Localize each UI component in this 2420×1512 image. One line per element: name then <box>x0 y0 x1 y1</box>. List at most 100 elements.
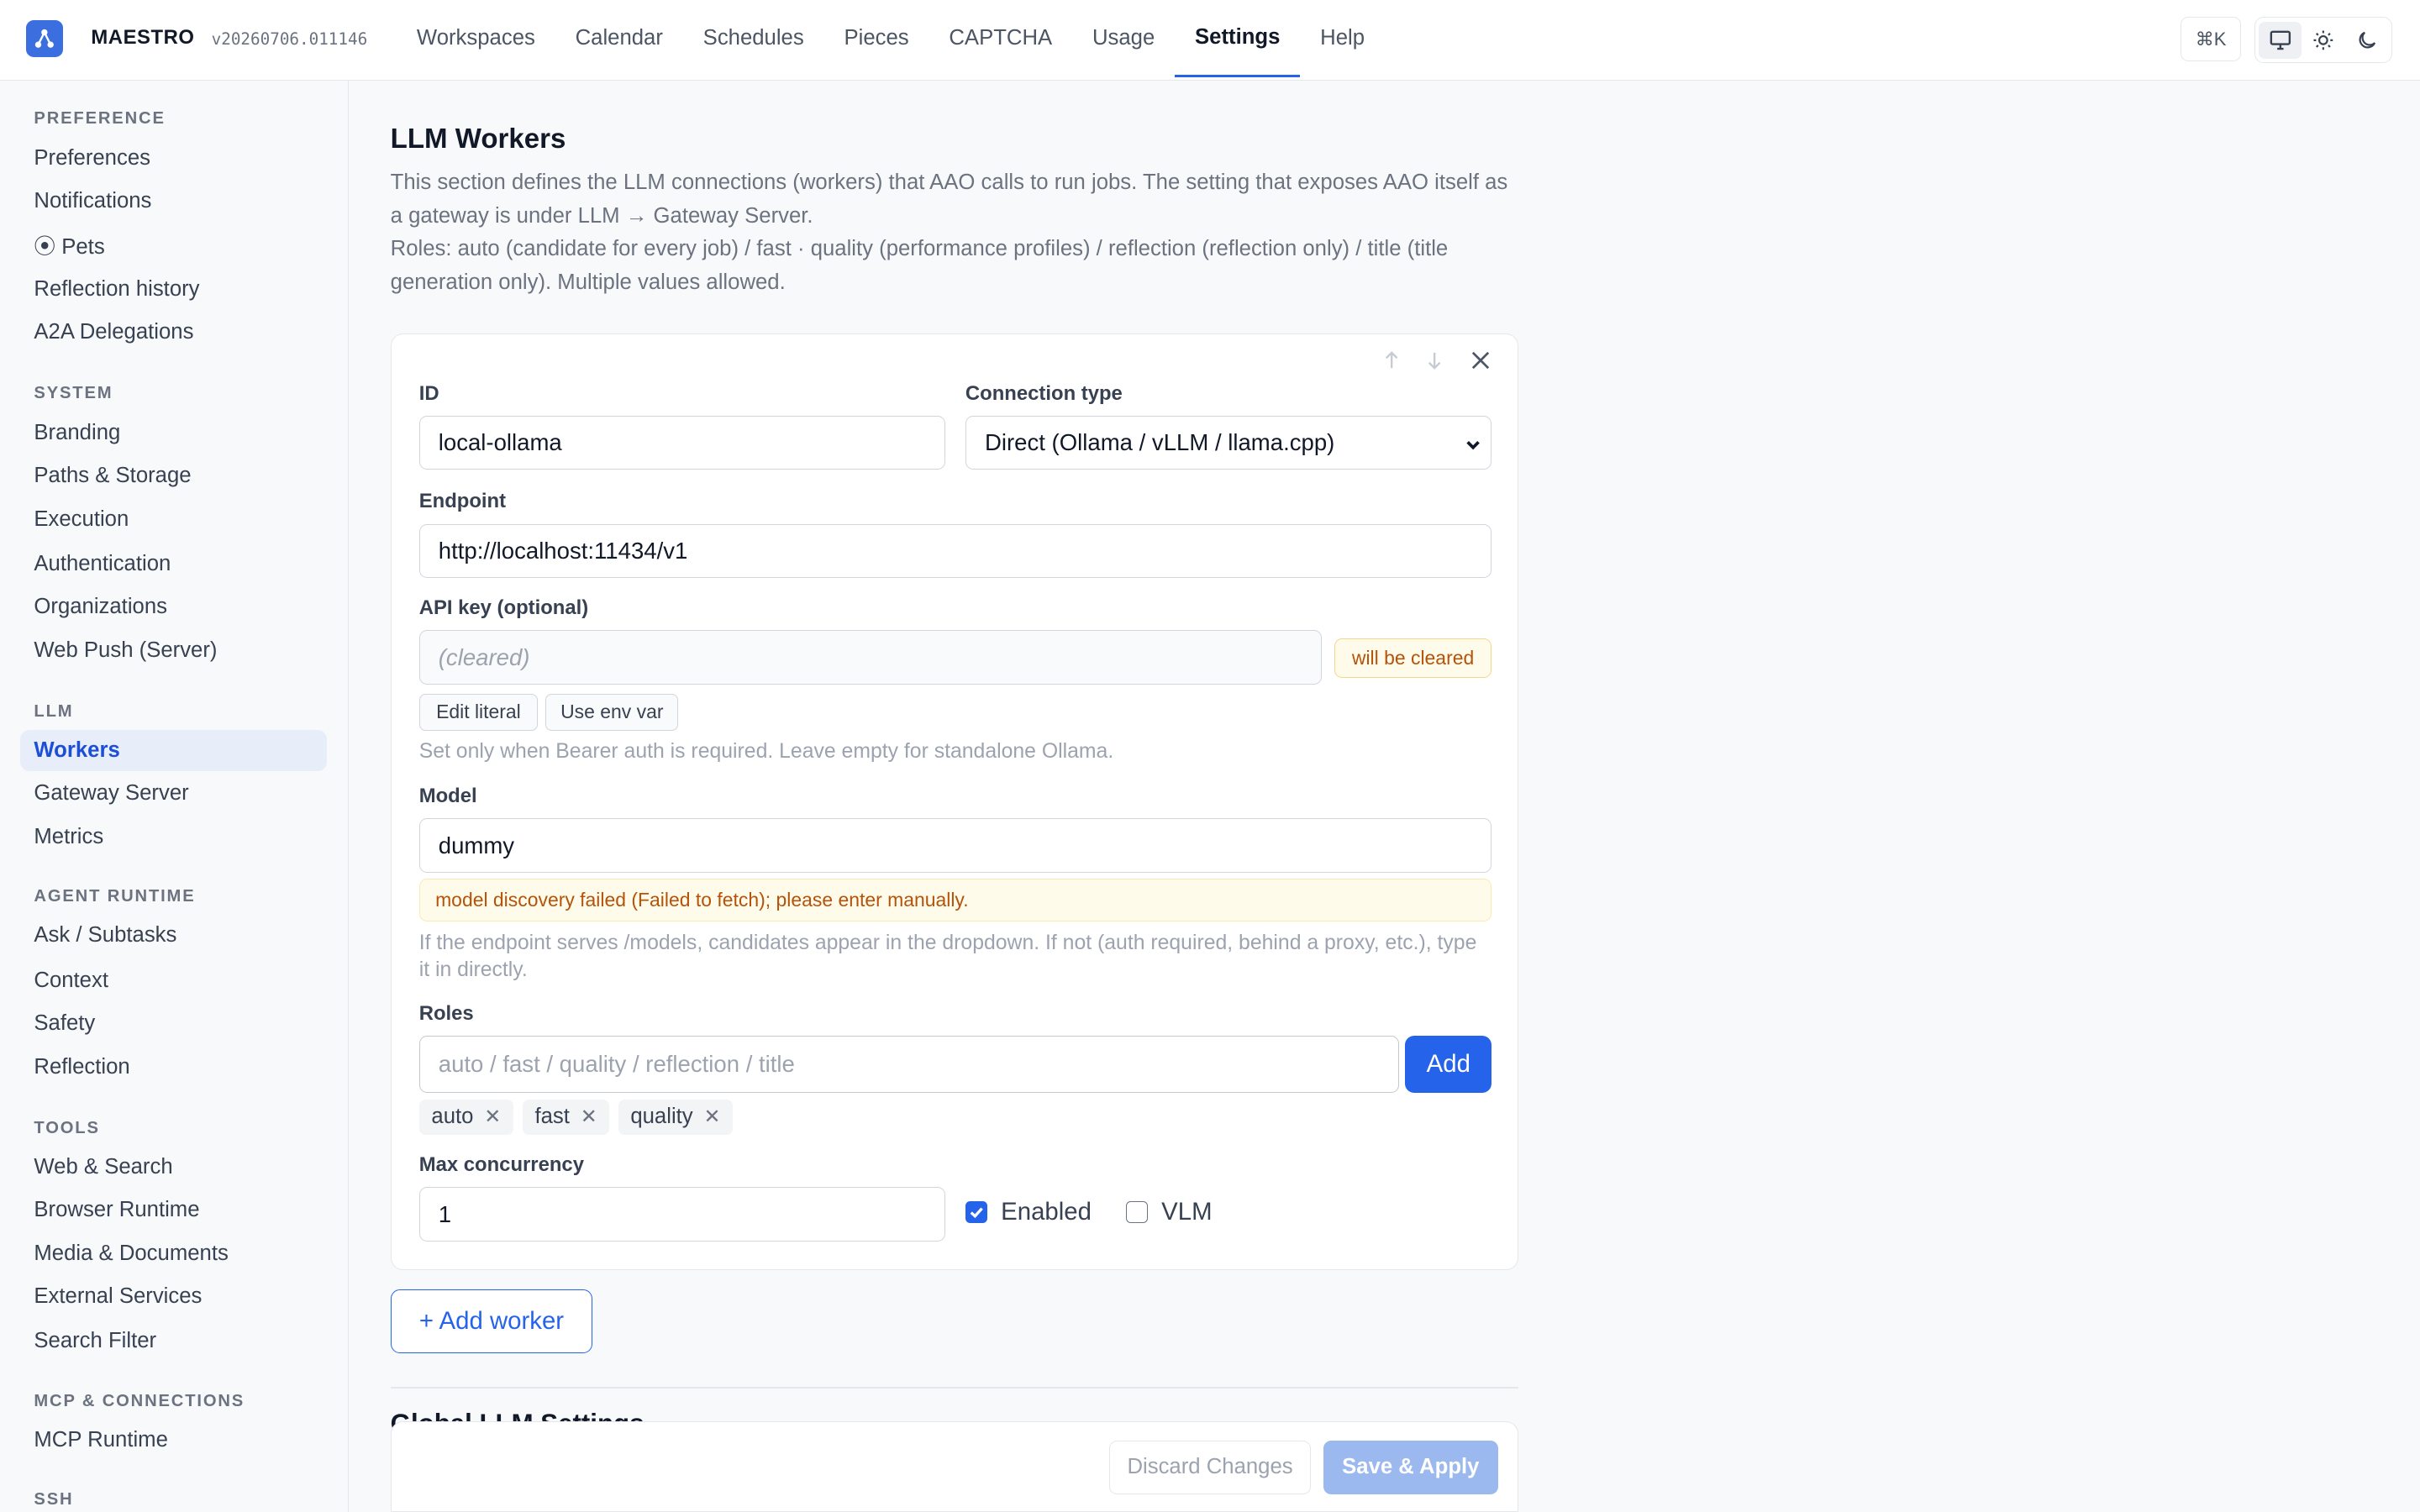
add-worker-button[interactable]: + Add worker <box>390 1289 593 1353</box>
command-palette-button[interactable]: ⌘K <box>2181 17 2241 62</box>
theme-switcher <box>2254 17 2392 64</box>
top-bar: MAESTRO v20260706.011146 Workspaces Cale… <box>0 0 2420 81</box>
sidebar-item-gateway-server[interactable]: Gateway Server <box>20 773 328 815</box>
section-divider <box>390 1387 1519 1389</box>
edit-literal-button[interactable]: Edit literal <box>418 693 539 731</box>
sidebar-item-browser-runtime[interactable]: Browser Runtime <box>20 1189 328 1231</box>
use-env-var-button[interactable]: Use env var <box>545 693 679 731</box>
logo-icon[interactable] <box>26 19 64 57</box>
vlm-checkbox[interactable]: VLM <box>1125 1198 1213 1226</box>
sidebar-item-notifications[interactable]: Notifications <box>20 181 328 223</box>
worker-card: ID local-ollama Connection type Direct (… <box>390 333 1519 1270</box>
model-label: Model <box>418 785 477 808</box>
role-chip-label: fast <box>534 1105 570 1129</box>
remove-role-close-icon[interactable]: ✕ <box>581 1105 597 1129</box>
sidebar-item-mcp-runtime[interactable]: MCP Runtime <box>20 1420 328 1462</box>
description-line-1: This section defines the LLM connections… <box>390 171 1508 228</box>
sidebar-group-ssh: SSH <box>34 1490 74 1509</box>
nav-schedules[interactable]: Schedules <box>683 0 824 77</box>
sidebar-item-ask-subtasks[interactable]: Ask / Subtasks <box>20 915 328 957</box>
save-apply-button[interactable]: Save & Apply <box>1323 1440 1498 1494</box>
sidebar-group-tools: TOOLS <box>34 1118 100 1137</box>
chevron-down-icon <box>1465 432 1481 459</box>
enabled-checkbox[interactable]: Enabled <box>965 1198 1092 1226</box>
role-chip-fast: fast ✕ <box>522 1099 610 1135</box>
nav-workspaces[interactable]: Workspaces <box>397 0 555 77</box>
sidebar-item-paths-storage[interactable]: Paths & Storage <box>20 455 328 497</box>
api-key-input[interactable]: (cleared) <box>418 630 1323 685</box>
sidebar-item-workers[interactable]: Workers <box>19 729 328 772</box>
sidebar-item-metrics[interactable]: Metrics <box>20 816 328 858</box>
sidebar-item-organizations[interactable]: Organizations <box>20 586 328 628</box>
moon-icon[interactable] <box>2345 22 2388 59</box>
monitor-icon[interactable] <box>2259 21 2302 59</box>
max-concurrency-label: Max concurrency <box>418 1153 584 1176</box>
endpoint-label: Endpoint <box>418 490 507 513</box>
app-version: v20260706.011146 <box>211 29 368 49</box>
sidebar-item-pets[interactable]: ⦿ Pets <box>20 223 328 265</box>
main-nav: Workspaces Calendar Schedules Pieces CAP… <box>397 0 1385 77</box>
nav-captcha[interactable]: CAPTCHA <box>929 0 1073 77</box>
sidebar-group-system: SYSTEM <box>34 384 113 403</box>
nav-calendar[interactable]: Calendar <box>555 0 683 77</box>
id-label: ID <box>418 381 439 405</box>
connection-type-label: Connection type <box>965 381 1123 405</box>
page-title: LLM Workers <box>390 123 566 155</box>
sidebar-item-execution[interactable]: Execution <box>20 498 328 540</box>
sidebar-item-web-search[interactable]: Web & Search <box>20 1147 328 1189</box>
sun-icon[interactable] <box>2302 22 2344 59</box>
move-down-icon[interactable] <box>1419 345 1450 376</box>
id-input[interactable]: local-ollama <box>418 416 946 470</box>
sidebar-item-reflection[interactable]: Reflection <box>20 1046 328 1088</box>
model-discovery-warning: model discovery failed (Failed to fetch)… <box>418 879 1492 922</box>
model-input[interactable]: dummy <box>418 818 1492 873</box>
sidebar-item-external-services[interactable]: External Services <box>20 1276 328 1318</box>
enabled-label: Enabled <box>1001 1198 1092 1226</box>
sidebar-item-branding[interactable]: Branding <box>20 412 328 454</box>
nav-pieces[interactable]: Pieces <box>824 0 929 77</box>
role-chip-label: auto <box>431 1105 474 1129</box>
role-chip-label: quality <box>630 1105 693 1129</box>
roles-placeholder: auto / fast / quality / reflection / tit… <box>438 1051 795 1078</box>
save-bar: Discard Changes Save & Apply <box>390 1420 1519 1512</box>
endpoint-input[interactable]: http://localhost:11434/v1 <box>418 523 1492 578</box>
sidebar-item-web-push[interactable]: Web Push (Server) <box>20 629 328 671</box>
remove-role-close-icon[interactable]: ✕ <box>484 1105 501 1129</box>
sidebar-item-preferences[interactable]: Preferences <box>20 137 328 179</box>
model-hint: If the endpoint serves /models, candidat… <box>418 931 1477 981</box>
vlm-label: VLM <box>1161 1198 1213 1226</box>
remove-role-close-icon[interactable]: ✕ <box>704 1105 721 1129</box>
sidebar-item-media-documents[interactable]: Media & Documents <box>20 1233 328 1275</box>
sidebar-item-reflection-history[interactable]: Reflection history <box>20 269 328 311</box>
max-concurrency-input[interactable]: 1 <box>418 1187 946 1242</box>
api-key-hint: Set only when Bearer auth is required. L… <box>418 739 1114 763</box>
sidebar-group-preference: PREFERENCE <box>34 109 166 129</box>
connection-type-select[interactable]: Direct (Ollama / vLLM / llama.cpp) <box>965 416 1492 470</box>
roles-label: Roles <box>418 1002 474 1025</box>
sidebar-item-a2a-delegations[interactable]: A2A Delegations <box>20 312 328 354</box>
move-up-icon[interactable] <box>1376 345 1407 376</box>
nav-settings[interactable]: Settings <box>1175 0 1301 77</box>
sidebar-item-search-filter[interactable]: Search Filter <box>20 1320 328 1362</box>
api-key-label: API key (optional) <box>418 596 589 619</box>
discard-changes-button[interactable]: Discard Changes <box>1108 1440 1312 1494</box>
nav-help[interactable]: Help <box>1300 0 1385 77</box>
checkbox-unchecked-icon[interactable] <box>1125 1201 1148 1224</box>
sidebar-item-safety[interactable]: Safety <box>20 1003 328 1045</box>
remove-worker-close-icon[interactable] <box>1465 345 1497 376</box>
app-root: MAESTRO v20260706.011146 Workspaces Cale… <box>0 0 2420 1512</box>
will-be-cleared-badge: will be cleared <box>1334 638 1492 679</box>
role-chip-quality: quality ✕ <box>618 1099 734 1135</box>
settings-sidebar: PREFERENCE Preferences Notifications ⦿ P… <box>0 80 350 1512</box>
sidebar-group-llm: LLM <box>34 701 74 721</box>
sidebar-group-agent-runtime: AGENT RUNTIME <box>34 887 196 906</box>
add-role-button[interactable]: Add <box>1405 1036 1492 1094</box>
roles-input[interactable]: auto / fast / quality / reflection / tit… <box>418 1036 1400 1094</box>
page-description: This section defines the LLM connections… <box>391 166 1518 299</box>
nav-usage[interactable]: Usage <box>1072 0 1175 77</box>
app-name: MAESTRO <box>91 26 195 50</box>
checkbox-checked-icon[interactable] <box>965 1201 987 1224</box>
sidebar-group-mcp: MCP & CONNECTIONS <box>34 1391 245 1410</box>
sidebar-item-authentication[interactable]: Authentication <box>20 543 328 585</box>
sidebar-item-context[interactable]: Context <box>20 959 328 1001</box>
